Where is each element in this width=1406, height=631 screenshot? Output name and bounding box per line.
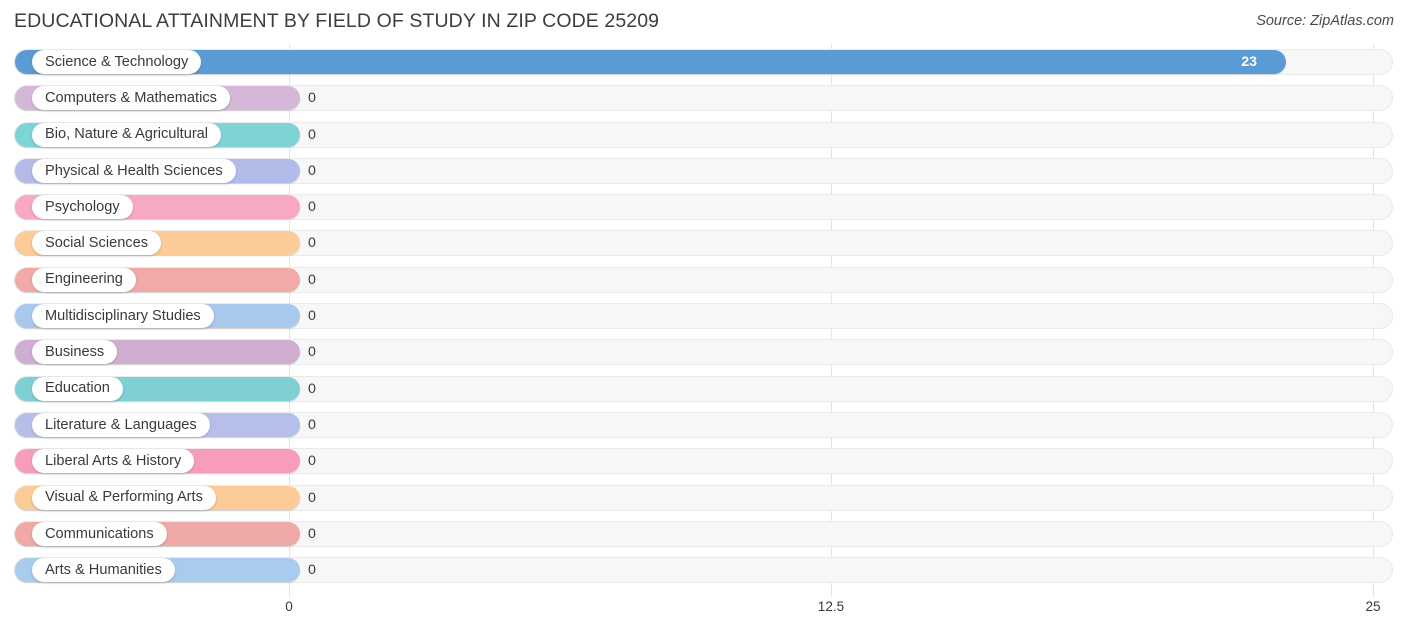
chart-row: Physical & Health Sciences 0: [0, 153, 1406, 189]
bar-category-label: Arts & Humanities: [45, 561, 162, 578]
bar-label-pill: Visual & Performing Arts: [32, 485, 216, 510]
bar-label-pill: Multidisciplinary Studies: [32, 304, 214, 329]
bar-value-label: 23: [1241, 54, 1258, 70]
source-attribution: Source: ZipAtlas.com: [1256, 13, 1394, 29]
chart-row: Multidisciplinary Studies 0: [0, 298, 1406, 334]
bar-label-pill: Liberal Arts & History: [32, 449, 195, 474]
bar-category-label: Science & Technology: [45, 53, 189, 70]
chart-row: Visual & Performing Arts 0: [0, 480, 1406, 516]
bar-value-label: 0: [308, 162, 316, 179]
bar-category-label: Engineering: [45, 271, 123, 288]
chart-row: Science & Technology 23: [0, 44, 1406, 80]
bar-category-label: Visual & Performing Arts: [45, 489, 203, 506]
bar-category-label: Education: [45, 380, 110, 397]
chart-row: Arts & Humanities 0: [0, 552, 1406, 588]
bar-category-label: Liberal Arts & History: [45, 452, 182, 469]
bar-value-label: 0: [308, 489, 316, 506]
bar-label-pill: Business: [32, 340, 118, 365]
bar-value-label: 0: [308, 416, 316, 433]
bar-label-pill: Psychology: [32, 195, 133, 220]
bar-category-label: Computers & Mathematics: [45, 90, 217, 106]
chart-row: Liberal Arts & History 0: [0, 443, 1406, 479]
bar-value-label: 0: [308, 344, 316, 361]
bar-category-label: Literature & Languages: [45, 416, 197, 433]
bar-value-label: 0: [308, 271, 316, 288]
bar-category-label: Bio, Nature & Agricultural: [45, 126, 209, 143]
bar-label-pill: Engineering: [32, 267, 136, 292]
bar-label-pill: Physical & Health Sciences: [32, 158, 236, 183]
bar-label-pill: Arts & Humanities: [32, 558, 175, 583]
chart-header: EDUCATIONAL ATTAINMENT BY FIELD OF STUDY…: [0, 0, 1406, 44]
chart-row: Communications 0: [0, 516, 1406, 552]
bar-label-pill: Literature & Languages: [32, 412, 210, 437]
bar-value-label: 0: [308, 525, 316, 542]
bar-category-label: Multidisciplinary Studies: [45, 307, 201, 324]
chart-row: Psychology 0: [0, 189, 1406, 225]
bar-label-pill: Education: [32, 376, 123, 401]
bar-label-pill: Communications: [32, 521, 167, 546]
bar-value-label: 0: [308, 453, 316, 470]
chart-x-axis: 0 12.5 25: [0, 597, 1406, 631]
bar-value-label: 0: [308, 199, 316, 216]
bar-1[interactable]: [15, 50, 1287, 74]
bar-value-label: 0: [308, 90, 316, 107]
x-axis-tick-label: 25: [1365, 599, 1381, 614]
bar-label-pill: Social Sciences: [32, 231, 162, 256]
bar-category-label: Psychology: [45, 198, 120, 215]
chart-plot-area: Science & Technology 23 Computers & Mathem…: [0, 44, 1406, 597]
bar-category-label: Communications: [45, 525, 154, 542]
bar-category-label: Physical & Health Sciences: [45, 162, 223, 179]
chart-bar-rows: Science & Technology 23 Computers & Mathem…: [0, 44, 1406, 588]
x-axis-tick-label: 0: [285, 599, 293, 614]
bar-category-label: Business: [45, 344, 105, 361]
bar-label-pill: Computers & Mathematics: [32, 86, 230, 111]
bar-value-label: 0: [308, 562, 316, 579]
chart-row: Engineering 0: [0, 262, 1406, 298]
bar-value-label: 0: [308, 308, 316, 325]
bar-label-pill: Bio, Nature & Agricultural: [32, 122, 222, 147]
bar-value-label: 0: [308, 235, 316, 252]
chart-row: Literature & Languages 0: [0, 407, 1406, 443]
chart-row: Computers & Mathematics 0: [0, 80, 1406, 116]
chart-row: Business 0: [0, 334, 1406, 370]
x-axis-tick-label: 12.5: [817, 599, 845, 614]
page-title: EDUCATIONAL ATTAINMENT BY FIELD OF STUDY…: [14, 10, 660, 32]
chart-row: Social Sciences 0: [0, 225, 1406, 261]
bar-value-label: 0: [308, 380, 316, 397]
chart-row: Bio, Nature & Agricultural 0: [0, 117, 1406, 153]
bar-value-label: 0: [308, 126, 316, 143]
chart-row: Education 0: [0, 371, 1406, 407]
bar-category-label: Social Sciences: [45, 235, 149, 252]
bar-label-pill: Science & Technology: [32, 50, 202, 74]
